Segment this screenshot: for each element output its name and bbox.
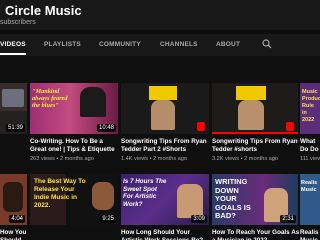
person-figure bbox=[3, 182, 23, 212]
video-duration: 51:39 bbox=[5, 124, 25, 132]
video-title[interactable]: Realis Music bbox=[300, 229, 320, 240]
channel-header: Circle Music subscribers bbox=[0, 0, 320, 30]
caption-box bbox=[236, 86, 266, 100]
tab-community[interactable]: COMMUNITY bbox=[99, 41, 141, 48]
tab-playlists[interactable]: PLAYLISTS bbox=[44, 41, 81, 48]
video-title[interactable]: What Do Do in 2022 bbox=[300, 138, 320, 154]
video-thumbnail[interactable]: Realis Music bbox=[300, 174, 320, 225]
video-title[interactable]: How Long Should Your Artistic Work Sessi… bbox=[121, 229, 211, 240]
video-thumbnail[interactable]: Is 7 Hours The Sweet Spot For Artistic W… bbox=[121, 174, 209, 225]
video-duration: 10:48 bbox=[96, 124, 116, 132]
video-title[interactable]: How To Reach Your Goals As a Musician in… bbox=[212, 229, 302, 240]
thumbnail-text: WRITING DOWN YOUR GOALS IS BAD? bbox=[215, 177, 251, 220]
tab-about[interactable]: ABOUT bbox=[216, 41, 240, 48]
active-tab-indicator bbox=[0, 53, 26, 55]
person-figure bbox=[151, 100, 175, 130]
video-thumbnail[interactable]: 4:04 bbox=[0, 174, 27, 225]
video-meta: 1.4K views • 2 months ago bbox=[121, 156, 188, 162]
video-duration: 9:25 bbox=[100, 215, 116, 223]
person-figure bbox=[2, 89, 24, 107]
person-figure bbox=[177, 184, 203, 218]
channel-title[interactable]: Circle Music bbox=[5, 3, 82, 18]
video-thumbnail[interactable]: "Mankind always feared the blues" 10:48 bbox=[30, 83, 118, 134]
subscriber-count: subscribers bbox=[0, 19, 36, 26]
person-figure bbox=[80, 87, 106, 117]
thumbnail-text: "Mankind always feared the blues" bbox=[32, 88, 68, 109]
video-thumbnail[interactable]: 51:39 bbox=[0, 83, 27, 134]
video-thumbnail[interactable]: The Best Way To Release Your Indie Music… bbox=[30, 174, 118, 225]
search-icon[interactable] bbox=[262, 39, 272, 49]
person-figure bbox=[238, 100, 264, 130]
video-duration: 3:09 bbox=[191, 215, 207, 223]
tab-channels[interactable]: CHANNELS bbox=[160, 41, 198, 48]
watch-progress-bar bbox=[212, 132, 298, 134]
video-title[interactable]: Songwriting Tips From Ryan Tedder Part 2… bbox=[121, 138, 211, 154]
person-figure bbox=[92, 182, 114, 210]
thumbnail-text: Is 7 Hours The Sweet Spot For Artistic W… bbox=[123, 178, 167, 208]
video-thumbnail[interactable] bbox=[121, 83, 209, 134]
video-title[interactable]: How You Should Focus On Releasing Single… bbox=[0, 229, 29, 240]
shorts-icon bbox=[286, 122, 294, 131]
caption-box bbox=[149, 86, 177, 100]
video-row-1: 51:39 "Mankind always feared the blues" … bbox=[0, 83, 320, 163]
tab-videos[interactable]: VIDEOS bbox=[0, 41, 26, 48]
video-thumbnail[interactable]: Music Producer Rule in 2022 bbox=[300, 83, 320, 134]
video-meta: 111 views bbox=[300, 156, 320, 162]
video-thumbnail[interactable]: WRITING DOWN YOUR GOALS IS BAD? 2:31 bbox=[212, 174, 298, 225]
video-title[interactable]: Songwriting Tips From Ryan Tedder #short… bbox=[212, 138, 302, 154]
video-meta: 263 views • 2 months ago bbox=[30, 156, 94, 162]
video-thumbnail[interactable] bbox=[212, 83, 298, 134]
thumbnail-text: Music Producer Rule in 2022 bbox=[302, 89, 320, 123]
video-title[interactable]: Co-Writing. How To Be a Great one! | Tip… bbox=[30, 138, 120, 154]
video-row-2: 4:04 The Best Way To Release Your Indie … bbox=[0, 174, 320, 240]
thumbnail-text: Realis Music bbox=[301, 180, 318, 193]
video-duration: 2:31 bbox=[280, 215, 296, 223]
shorts-icon bbox=[197, 122, 205, 131]
video-meta: 3.2K views • 2 months ago bbox=[212, 156, 279, 162]
video-duration: 4:04 bbox=[9, 215, 25, 223]
channel-tabs: VIDEOS PLAYLISTS COMMUNITY CHANNELS ABOU… bbox=[0, 34, 320, 56]
thumbnail-text: The Best Way To Release Your Indie Music… bbox=[34, 178, 86, 209]
